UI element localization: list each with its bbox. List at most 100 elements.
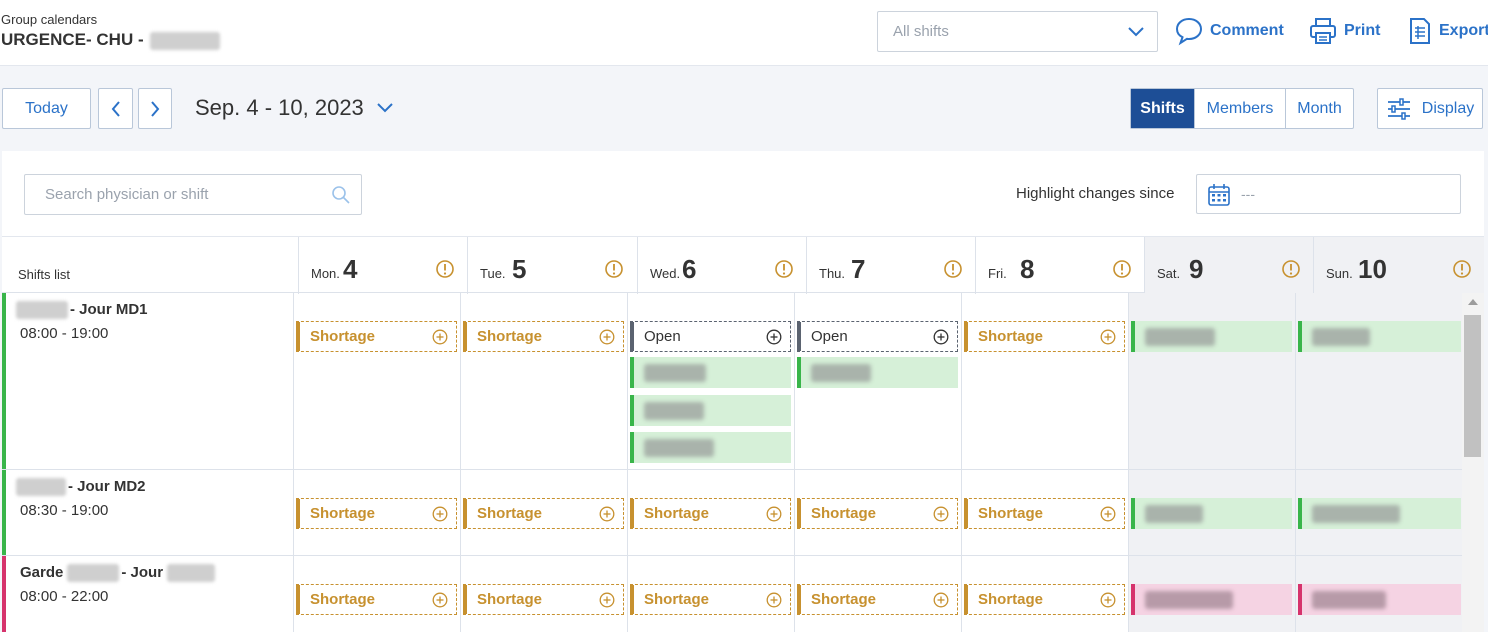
add-circle-icon[interactable]: [432, 506, 448, 522]
print-button[interactable]: Print: [1308, 14, 1380, 48]
alert-icon[interactable]: [435, 259, 455, 279]
chevron-down-icon: [1128, 27, 1144, 37]
alert-icon[interactable]: [604, 259, 624, 279]
assigned-member[interactable]: [630, 395, 791, 426]
chevron-down-icon: [377, 103, 393, 113]
day-cell[interactable]: Shortage: [627, 470, 794, 555]
tab-month[interactable]: Month: [1286, 89, 1353, 128]
day-cell[interactable]: [1295, 470, 1462, 555]
shortage-slot[interactable]: Shortage: [463, 584, 624, 615]
assigned-member[interactable]: [1298, 321, 1461, 352]
add-circle-icon[interactable]: [933, 329, 949, 345]
alert-icon[interactable]: [943, 259, 963, 279]
day-cell[interactable]: [1128, 556, 1295, 632]
add-circle-icon[interactable]: [933, 592, 949, 608]
assigned-member[interactable]: [630, 432, 791, 463]
shift-row-label[interactable]: Garde - Jour 08:00 - 22:00: [2, 556, 294, 632]
add-circle-icon[interactable]: [432, 329, 448, 345]
add-circle-icon[interactable]: [432, 592, 448, 608]
shortage-slot[interactable]: Shortage: [797, 498, 958, 529]
day-cell[interactable]: Shortage: [961, 293, 1128, 469]
shift-filter-select[interactable]: All shifts: [877, 11, 1158, 52]
redacted-text: [167, 564, 216, 583]
shortage-slot[interactable]: Shortage: [964, 498, 1125, 529]
day-cell[interactable]: [1128, 470, 1295, 555]
shift-row-label[interactable]: - Jour MD2 08:30 - 19:00: [2, 470, 294, 555]
assigned-member[interactable]: [1298, 584, 1461, 615]
day-name: Mon.: [311, 266, 340, 281]
day-cell[interactable]: Shortage: [293, 470, 460, 555]
tab-members[interactable]: Members: [1195, 89, 1286, 128]
add-circle-icon[interactable]: [766, 592, 782, 608]
export-button[interactable]: Export: [1407, 14, 1488, 48]
highlight-date-input[interactable]: ---: [1196, 174, 1461, 214]
next-week-button[interactable]: [138, 88, 172, 129]
add-circle-icon[interactable]: [766, 329, 782, 345]
tab-shifts[interactable]: Shifts: [1131, 89, 1195, 128]
shortage-slot[interactable]: Shortage: [296, 584, 457, 615]
redacted-member-name: [1312, 327, 1370, 346]
breadcrumb[interactable]: Group calendars: [1, 12, 97, 27]
day-cell[interactable]: Shortage: [293, 556, 460, 632]
today-button[interactable]: Today: [2, 88, 91, 129]
date-range-picker[interactable]: Sep. 4 - 10, 2023: [195, 95, 394, 121]
shortage-slot[interactable]: Shortage: [797, 584, 958, 615]
comment-button[interactable]: Comment: [1174, 14, 1284, 48]
add-circle-icon[interactable]: [1100, 329, 1116, 345]
vertical-scrollbar[interactable]: [1462, 293, 1484, 632]
shortage-slot[interactable]: Shortage: [630, 498, 791, 529]
day-cell[interactable]: Shortage: [794, 556, 961, 632]
shortage-slot[interactable]: Shortage: [630, 584, 791, 615]
add-circle-icon[interactable]: [599, 592, 615, 608]
assigned-member[interactable]: [630, 357, 791, 388]
add-circle-icon[interactable]: [1100, 592, 1116, 608]
add-circle-icon[interactable]: [766, 506, 782, 522]
day-cell[interactable]: Shortage: [460, 470, 627, 555]
shortage-slot[interactable]: Shortage: [463, 498, 624, 529]
search-input[interactable]: [25, 175, 325, 214]
chevron-left-icon: [111, 100, 120, 117]
scroll-up-arrow[interactable]: [1468, 299, 1478, 305]
group-title-text: URGENCE- CHU -: [1, 30, 144, 49]
prev-week-button[interactable]: [98, 88, 133, 129]
shortage-slot[interactable]: Shortage: [463, 321, 624, 352]
assigned-member[interactable]: [1131, 498, 1292, 529]
display-button[interactable]: Display: [1377, 88, 1483, 129]
day-cell[interactable]: Open: [794, 293, 961, 469]
day-cell[interactable]: [1295, 556, 1462, 632]
open-label: Open: [644, 328, 681, 345]
add-circle-icon[interactable]: [599, 329, 615, 345]
assigned-member[interactable]: [1131, 584, 1292, 615]
assigned-member[interactable]: [1298, 498, 1461, 529]
add-circle-icon[interactable]: [599, 506, 615, 522]
assigned-member[interactable]: [797, 357, 958, 388]
add-circle-icon[interactable]: [933, 506, 949, 522]
shortage-slot[interactable]: Shortage: [964, 321, 1125, 352]
calendar-panel: Highlight changes since --- Shifts list …: [2, 151, 1484, 632]
shortage-slot[interactable]: Shortage: [296, 498, 457, 529]
assigned-member[interactable]: [1131, 321, 1292, 352]
day-cell[interactable]: Shortage: [961, 556, 1128, 632]
day-cell[interactable]: Shortage: [794, 470, 961, 555]
shortage-label: Shortage: [811, 505, 877, 522]
shortage-slot[interactable]: Shortage: [964, 584, 1125, 615]
scrollbar-thumb[interactable]: [1464, 315, 1481, 457]
day-cell[interactable]: [1295, 293, 1462, 469]
shortage-slot[interactable]: Shortage: [296, 321, 457, 352]
day-cell[interactable]: Open: [627, 293, 794, 469]
open-slot[interactable]: Open: [797, 321, 958, 352]
day-cell[interactable]: Shortage: [460, 293, 627, 469]
day-cell[interactable]: Shortage: [961, 470, 1128, 555]
shift-row-label[interactable]: - Jour MD1 08:00 - 19:00: [2, 293, 294, 469]
comment-label: Comment: [1210, 22, 1284, 39]
alert-icon[interactable]: [1112, 259, 1132, 279]
alert-icon[interactable]: [1452, 259, 1472, 279]
day-cell[interactable]: Shortage: [627, 556, 794, 632]
alert-icon[interactable]: [774, 259, 794, 279]
day-cell[interactable]: [1128, 293, 1295, 469]
alert-icon[interactable]: [1281, 259, 1301, 279]
add-circle-icon[interactable]: [1100, 506, 1116, 522]
day-cell[interactable]: Shortage: [460, 556, 627, 632]
open-slot[interactable]: Open: [630, 321, 791, 352]
day-cell[interactable]: Shortage: [293, 293, 460, 469]
